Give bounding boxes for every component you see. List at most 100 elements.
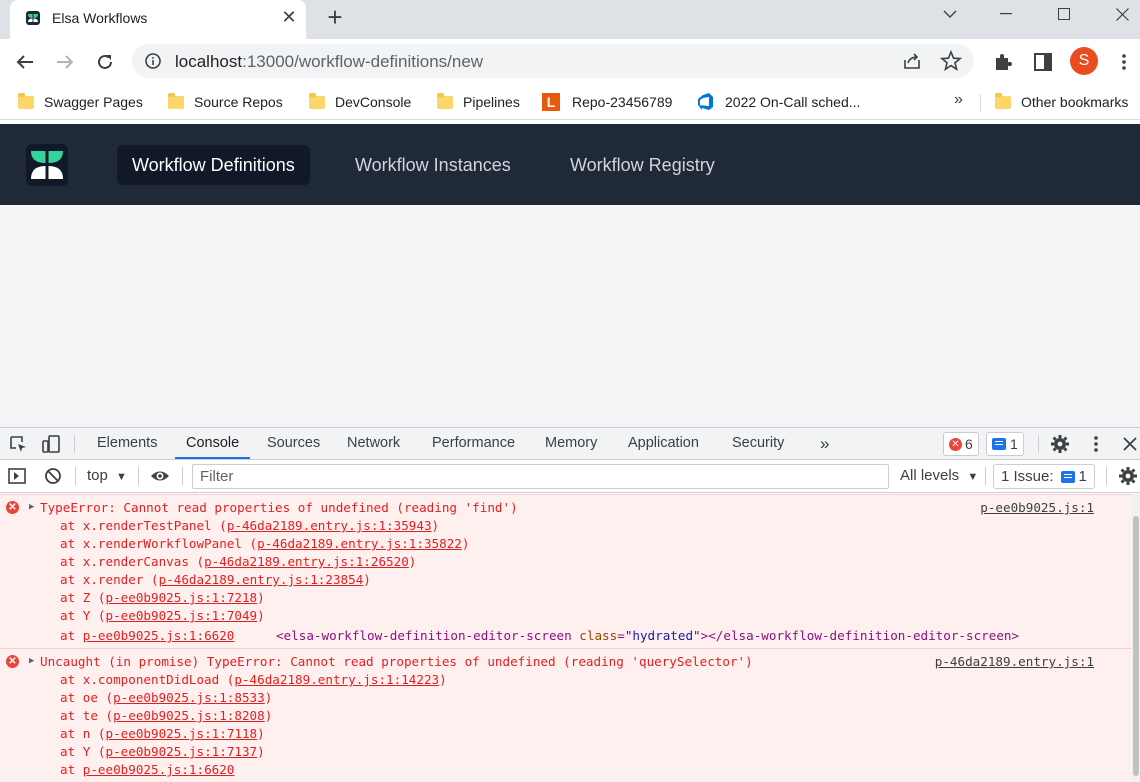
device-toolbar-icon[interactable] [41,434,61,454]
browser-tab[interactable]: Elsa Workflows ✕ [10,0,306,39]
error-count-badge[interactable]: ✕ 6 [943,432,979,456]
bookmark-star-icon[interactable] [940,50,962,72]
close-tab-icon[interactable]: ✕ [278,6,300,28]
inspect-element-icon[interactable] [8,434,28,454]
element-reference[interactable]: <elsa-workflow-definition-editor-screen … [276,627,1019,645]
more-tabs-button[interactable]: » [820,428,829,459]
stack-frame-link[interactable]: p-46da2189.entry.js:1:35822 [257,536,462,551]
console-error-entry: ✕ ▶ TypeError: Cannot read properties of… [0,494,1132,648]
stack-frame-link[interactable]: p-46da2189.entry.js:1:35943 [227,518,432,533]
settings-gear-icon[interactable] [1050,434,1070,454]
side-panel-icon[interactable] [1030,49,1056,75]
bookmark-devconsole[interactable]: DevConsole [309,92,411,112]
stack-frame-link[interactable]: p-ee0b9025.js:1:8208 [113,708,265,723]
bookmark-other-bookmarks[interactable]: Other bookmarks [995,92,1128,112]
close-window-icon[interactable] [1094,0,1140,28]
nav-workflow-definitions[interactable]: Workflow Definitions [117,145,310,185]
expand-triangle-icon[interactable]: ▶ [29,502,34,512]
stack-frame-link[interactable]: p-ee0b9025.js:1:7218 [106,590,258,605]
folder-icon [309,92,325,109]
app-content-area [0,205,1140,427]
new-tab-button[interactable]: + [322,4,348,30]
stack-frame-link[interactable]: p-ee0b9025.js:1:8533 [113,690,265,705]
stack-frame-link[interactable]: p-46da2189.entry.js:1:14223 [234,672,439,687]
scrollbar-thumb[interactable] [1133,516,1139,776]
nav-workflow-instances[interactable]: Workflow Instances [340,145,526,185]
folder-icon [18,92,34,109]
stack-frame-link[interactable]: p-46da2189.entry.js:1:26520 [204,554,409,569]
error-source-link[interactable]: p-46da2189.entry.js:1 [935,653,1094,671]
site-info-icon[interactable] [144,52,162,70]
tab-application[interactable]: Application [628,428,699,459]
devtools-tab-bar: Elements Console Sources Network Perform… [0,428,1140,460]
customize-devtools-icon[interactable] [1086,434,1106,454]
error-message: TypeError: Cannot read properties of und… [40,500,518,515]
nav-workflow-registry[interactable]: Workflow Registry [555,145,730,185]
extensions-icon[interactable] [990,49,1016,75]
expand-triangle-icon[interactable]: ▶ [29,656,34,666]
toolbar-separator [182,467,183,485]
toolbar-separator [138,467,139,485]
elsa-logo-icon[interactable] [26,144,68,186]
browser-menu-icon[interactable] [1111,49,1137,75]
share-icon[interactable] [902,51,922,71]
app-header: Workflow Definitions Workflow Instances … [0,124,1140,205]
tab-security[interactable]: Security [732,428,784,459]
js-context-select[interactable]: top ▼ [87,467,127,484]
tab-title: Elsa Workflows [52,10,148,26]
issues-button[interactable]: 1 Issue: 1 [993,464,1095,489]
stack-frame: at x.renderTestPanel (p-46da2189.entry.j… [60,518,440,533]
message-count-badge[interactable]: 1 [986,432,1024,456]
tab-elements[interactable]: Elements [97,428,157,459]
console-scrollbar[interactable] [1132,494,1140,782]
devtools-panel: Elements Console Sources Network Perform… [0,427,1140,782]
tab-memory[interactable]: Memory [545,428,597,459]
stack-frame-link[interactable]: p-ee0b9025.js:1:7049 [106,608,258,623]
bookmarks-overflow-button[interactable]: » [954,91,963,109]
folder-icon [995,92,1011,109]
bookmark-source-repos[interactable]: Source Repos [168,92,283,112]
stack-frame-link[interactable]: p-ee0b9025.js:1:6620 [83,762,235,777]
log-levels-dropdown[interactable]: All levels ▼ [900,467,978,484]
close-devtools-icon[interactable] [1120,434,1140,454]
bookmark-swagger-pages[interactable]: Swagger Pages [18,92,143,112]
stack-frame: at x.renderCanvas (p-46da2189.entry.js:1… [60,554,417,569]
stack-frame: at p-ee0b9025.js:1:6620 [60,762,235,777]
minimize-window-icon[interactable] [978,0,1034,28]
tab-console[interactable]: Console [175,428,251,459]
console-messages: ✕ ▶ TypeError: Cannot read properties of… [0,494,1132,782]
stack-frame-link[interactable]: p-ee0b9025.js:1:6620 [83,628,235,643]
tab-search-icon[interactable] [922,0,978,28]
tab-performance[interactable]: Performance [432,428,515,459]
error-icon: ✕ [6,655,19,668]
dropdown-arrow-icon: ▼ [116,471,127,483]
bookmark-repo[interactable]: L Repo-23456789 [542,92,672,112]
show-sidebar-icon[interactable] [7,466,27,486]
forward-icon[interactable] [52,49,78,75]
stack-frame: at x.componentDidLoad (p-46da2189.entry.… [60,672,447,687]
dropdown-arrow-icon: ▼ [967,471,979,483]
reload-icon[interactable] [92,49,118,75]
stack-frame-link[interactable]: p-ee0b9025.js:1:7118 [106,726,258,741]
elsa-favicon-icon [26,11,40,25]
message-icon [992,438,1006,450]
stack-frame: at oe (p-ee0b9025.js:1:8533) [60,690,273,705]
live-expression-eye-icon[interactable] [150,466,170,486]
address-bar[interactable]: localhost:13000/workflow-definitions/new [132,44,974,78]
maximize-window-icon[interactable] [1036,0,1092,28]
console-settings-gear-icon[interactable] [1118,466,1138,486]
stack-frame-link[interactable]: p-46da2189.entry.js:1:23854 [159,572,364,587]
bookmark-pipelines[interactable]: Pipelines [437,92,520,112]
browser-tab-strip: Elsa Workflows ✕ + [0,0,1140,39]
stack-frame-link[interactable]: p-ee0b9025.js:1:7137 [106,744,258,759]
profile-avatar[interactable]: S [1070,47,1098,75]
stack-frame: at Z (p-ee0b9025.js:1:7218) [60,590,265,605]
back-icon[interactable] [12,49,38,75]
clear-console-icon[interactable] [43,466,63,486]
tab-sources[interactable]: Sources [267,428,320,459]
tab-network[interactable]: Network [347,428,400,459]
error-source-link[interactable]: p-ee0b9025.js:1 [980,499,1094,517]
bookmark-on-call-schedule[interactable]: 2022 On-Call sched... [697,92,860,112]
console-filter-input[interactable]: Filter [192,464,889,489]
l-logo-icon: L [542,93,560,111]
